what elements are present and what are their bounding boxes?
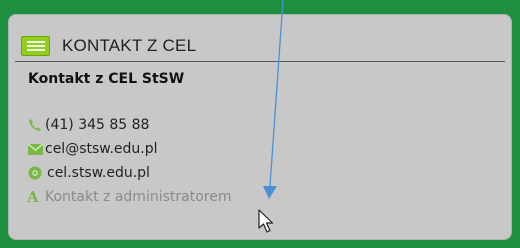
- chrome-icon: [27, 165, 43, 181]
- organization-name: Kontakt z CEL StSW: [28, 71, 185, 87]
- phone-icon: [27, 117, 43, 133]
- website-link[interactable]: cel.stsw.edu.pl: [47, 165, 150, 181]
- website-row[interactable]: cel.stsw.edu.pl: [27, 163, 150, 183]
- list-icon: [21, 36, 50, 56]
- contact-card: KONTAKT Z CEL Kontakt z CEL StSW (41) 34…: [8, 14, 512, 240]
- phone-row: (41) 345 85 88: [27, 115, 149, 135]
- phone-number: (41) 345 85 88: [45, 117, 150, 133]
- email-row[interactable]: cel@stsw.edu.pl: [27, 139, 158, 159]
- mouse-pointer-icon: [258, 209, 274, 233]
- font-icon: A: [27, 188, 39, 206]
- admin-contact-link[interactable]: Kontakt z administratorem: [45, 189, 231, 205]
- card-title: KONTAKT Z CEL: [62, 36, 197, 55]
- email-link[interactable]: cel@stsw.edu.pl: [45, 141, 158, 157]
- admin-contact-row[interactable]: A Kontakt z administratorem: [27, 187, 231, 207]
- card-header: KONTAKT Z CEL: [15, 31, 505, 62]
- envelope-icon: [27, 141, 43, 157]
